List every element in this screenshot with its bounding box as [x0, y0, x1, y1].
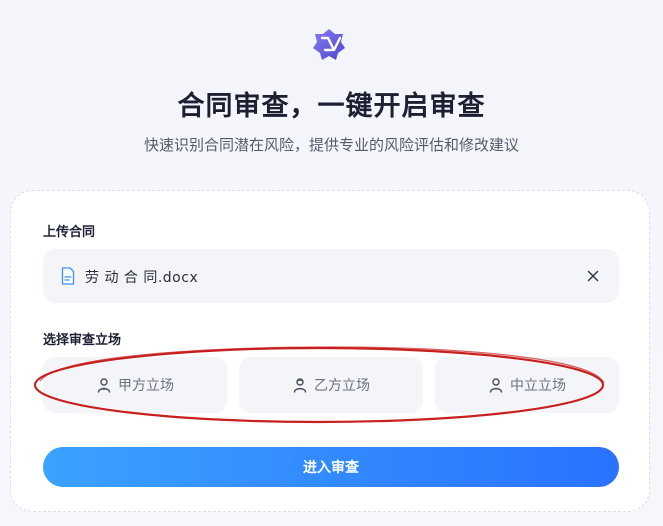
remove-file-button[interactable] [581, 264, 605, 288]
person-icon [97, 378, 111, 393]
stance-option-neutral[interactable]: 中立立场 [435, 357, 619, 413]
page-subtitle: 快速识别合同潜在风险，提供专业的风险评估和修改建议 [143, 136, 519, 154]
close-icon [587, 270, 599, 282]
document-icon [61, 267, 75, 285]
person-icon [293, 378, 307, 393]
stance-options: 甲方立场 乙方立场 中立立场 [43, 357, 619, 413]
contract-review-page: 合同审查，一键开启审查 快速识别合同潜在风险，提供专业的风险评估和修改建议 上传… [0, 0, 663, 526]
start-review-button[interactable]: 进入审查 [43, 447, 619, 487]
app-logo-icon [313, 29, 345, 60]
upload-section-label: 上传合同 [43, 225, 96, 240]
stance-option-label: 中立立场 [510, 378, 566, 394]
uploaded-file-row: 劳 动 合 同.docx [43, 249, 619, 303]
stance-option-party-a[interactable]: 甲方立场 [43, 357, 227, 413]
stance-option-label: 乙方立场 [314, 378, 370, 394]
page-title: 合同审查，一键开启审查 [177, 91, 486, 122]
person-icon [489, 378, 503, 393]
stance-option-label: 甲方立场 [118, 378, 174, 394]
review-card: 上传合同 劳 动 合 同.docx 选择审查立场 甲方立场 乙方立场 中立立场 … [10, 190, 650, 512]
stance-option-party-b[interactable]: 乙方立场 [239, 357, 423, 413]
stance-section-label: 选择审查立场 [43, 333, 122, 348]
file-name: 劳 动 合 同.docx [85, 270, 199, 286]
